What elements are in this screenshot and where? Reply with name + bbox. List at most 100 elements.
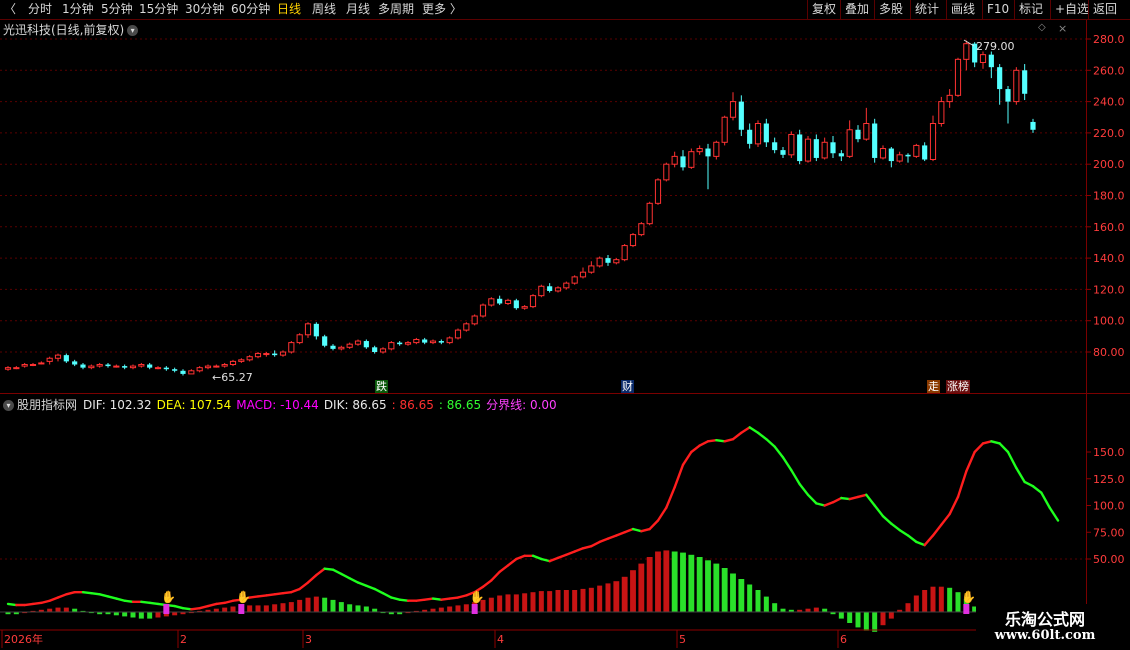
macd-bar — [646, 557, 653, 612]
low-price-label: ←65.27 — [212, 371, 253, 384]
hand-pointer-icon: ✋ — [961, 590, 976, 604]
candle-body — [263, 353, 270, 356]
dik-line-segment — [390, 596, 401, 601]
macd-bar — [713, 563, 720, 612]
candle-body — [46, 357, 53, 362]
candle-body — [105, 364, 111, 367]
macd-bar — [247, 605, 253, 612]
dik-line-segment — [215, 601, 226, 606]
dik-line-segment — [648, 519, 660, 531]
candle-body — [1005, 89, 1011, 102]
dik-line-segment — [181, 607, 193, 611]
dik-line-segment — [1023, 480, 1035, 488]
dik-line-segment — [281, 590, 293, 595]
candle-body — [422, 339, 428, 343]
macd-bar — [922, 590, 928, 612]
price-tick-label: 200.0 — [1093, 158, 1125, 171]
price-tick-label: 80.00 — [1093, 346, 1125, 359]
candle-body — [830, 142, 836, 154]
macd-bar — [855, 612, 861, 628]
candle-body — [246, 356, 253, 361]
macd-bar — [63, 607, 69, 612]
event-tag-1[interactable]: 财 — [621, 380, 634, 393]
macd-bar — [463, 604, 469, 612]
candle-body — [938, 101, 945, 125]
dik-line-segment — [781, 456, 793, 472]
candle-body — [213, 365, 220, 368]
dik-line-segment — [273, 592, 285, 596]
candle-body — [896, 154, 903, 162]
dik-line-segment — [623, 527, 635, 534]
candle-body — [354, 340, 362, 345]
candle-body — [729, 101, 737, 118]
candle-body — [547, 286, 553, 291]
dik-line-segment — [856, 493, 868, 499]
macd-bar — [138, 612, 144, 619]
macd-bar — [563, 590, 569, 612]
candle-body — [229, 360, 237, 366]
candle-body — [254, 353, 262, 358]
macd-bar — [288, 602, 294, 612]
candle-body — [680, 156, 686, 168]
candle-body — [221, 364, 228, 367]
dik-line-segment — [340, 572, 351, 580]
dik-line-segment — [731, 431, 743, 441]
dik-line-segment — [898, 528, 910, 537]
candle-body — [38, 362, 45, 365]
indicator-tick-label: 150.0 — [1093, 446, 1125, 459]
dik-line-segment — [706, 439, 718, 443]
macd-bar — [638, 563, 645, 612]
candle-body — [821, 141, 828, 159]
candle-body — [72, 361, 78, 365]
macd-bar — [547, 591, 553, 612]
candle-body — [963, 43, 970, 60]
candle-body — [63, 355, 69, 362]
candle-body — [172, 369, 178, 371]
macd-bar — [438, 607, 444, 612]
dik-line-segment — [931, 523, 943, 537]
dik-line-segment — [106, 595, 118, 600]
dik-line-segment — [415, 598, 426, 602]
event-tag-3[interactable]: 涨榜 — [946, 380, 970, 393]
dik-line-segment — [498, 564, 510, 574]
dik-line-segment — [665, 486, 676, 509]
price-tick-label: 140.0 — [1093, 252, 1125, 265]
candle-body — [979, 54, 987, 63]
dik-line-segment — [423, 597, 435, 601]
indicator-tick-label: 75.00 — [1093, 526, 1125, 539]
candle-body — [454, 329, 462, 339]
macd-bar — [155, 612, 161, 618]
candle-body — [754, 123, 762, 145]
event-tag-0[interactable]: 跌 — [375, 380, 388, 393]
macd-bar — [347, 604, 353, 612]
macd-bar — [355, 605, 361, 612]
candle-body — [797, 134, 803, 162]
macd-bar — [696, 557, 703, 612]
dik-line-segment — [981, 440, 993, 445]
candle-body — [571, 276, 578, 284]
candle-body — [163, 367, 169, 370]
dik-line-segment — [431, 597, 443, 601]
indicator-tick-label: 50.00 — [1093, 553, 1125, 566]
kline-chart[interactable]: 280.0 260.0 240.0 220.0 200.0 180.0 160.0 140.0… — [0, 0, 1130, 650]
indicator-tick-label: 125.0 — [1093, 473, 1125, 486]
dik-line-segment — [681, 450, 693, 467]
dik-line-segment — [490, 570, 501, 582]
price-tick-label: 260.0 — [1093, 64, 1125, 77]
macd-bar — [680, 552, 686, 612]
dik-line-segment — [1031, 485, 1043, 494]
macd-bar — [588, 587, 594, 612]
dik-line-segment — [56, 593, 68, 599]
candle-body — [579, 271, 587, 278]
event-tag-2[interactable]: 走 — [927, 380, 940, 393]
macd-bar — [913, 595, 919, 612]
macd-bar — [813, 607, 819, 612]
dik-line-segment — [1040, 491, 1051, 509]
candle-body — [338, 346, 345, 350]
dik-line-segment — [656, 506, 668, 522]
candle-body — [272, 353, 278, 356]
candle-body — [471, 315, 478, 325]
macd-bar — [363, 606, 369, 612]
dik-line-segment — [290, 587, 301, 594]
candle-body — [129, 365, 137, 369]
